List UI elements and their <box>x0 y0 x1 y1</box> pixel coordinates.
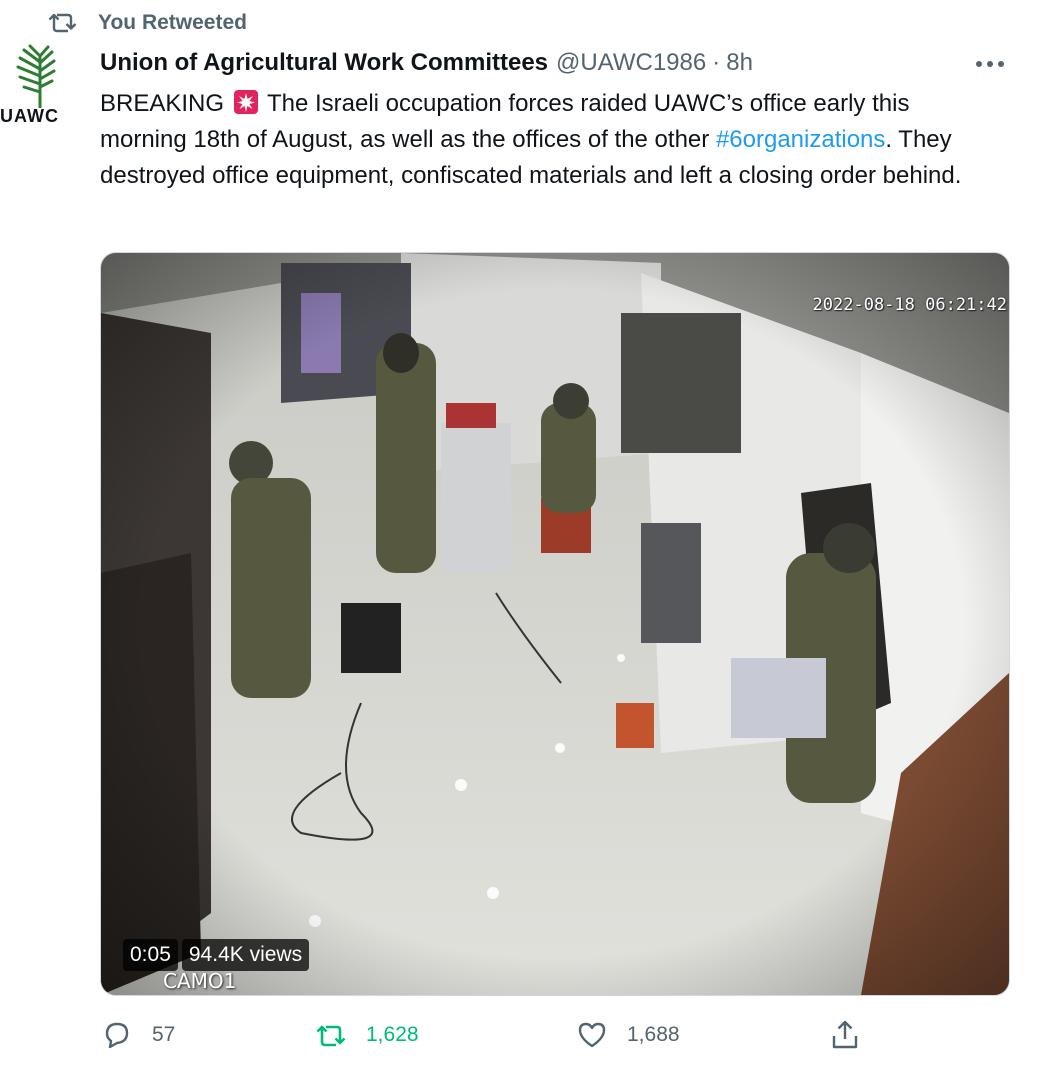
camera-id-label: CAMO1 <box>163 969 237 993</box>
retweet-icon <box>48 13 77 33</box>
tweet-actions: 57 1,628 1,688 <box>100 1012 880 1058</box>
more-icon <box>976 61 1004 67</box>
author-name[interactable]: Union of Agricultural Work Committees <box>100 49 548 77</box>
retweet-header: You Retweeted <box>48 8 247 38</box>
avatar[interactable]: UAWC <box>0 44 80 128</box>
tweet-header: Union of Agricultural Work Committees @U… <box>100 46 753 80</box>
retweet-button[interactable]: 1,628 <box>314 1012 419 1058</box>
retweet-active-icon <box>316 1025 346 1047</box>
more-options-button[interactable] <box>970 52 1010 76</box>
retweet-header-text: You Retweeted <box>98 11 247 34</box>
reply-button[interactable]: 57 <box>100 1012 175 1058</box>
avatar-logo-text: UAWC <box>0 106 59 126</box>
retweet-count: 1,628 <box>366 1023 419 1046</box>
share-button[interactable] <box>828 1012 862 1058</box>
video-player[interactable]: 2022-08-18 06:21:42 CAMO1 0:05 94.4K vie… <box>100 252 1010 996</box>
tweet-text-breaking: BREAKING <box>100 90 225 117</box>
palm-leaf-icon <box>16 44 56 108</box>
separator-dot: · <box>712 49 721 76</box>
video-time-badge: 0:05 <box>123 939 178 971</box>
rotating-light-icon <box>233 90 258 114</box>
video-views-badge: 94.4K views <box>181 939 310 971</box>
hashtag-link[interactable]: #6organizations <box>716 126 885 153</box>
video-frame <box>101 253 1009 995</box>
reply-count: 57 <box>152 1023 176 1046</box>
like-button[interactable]: 1,688 <box>575 1012 680 1058</box>
reply-icon <box>105 1022 129 1049</box>
author-handle[interactable]: @UAWC1986 <box>556 49 706 77</box>
video-badges: 0:05 94.4K views <box>123 939 310 971</box>
tweet-text: BREAKING The Israeli occupation forces r… <box>100 86 1000 194</box>
camera-timestamp: 2022-08-18 06:21:42 <box>812 295 1007 315</box>
like-count: 1,688 <box>627 1023 680 1046</box>
share-icon <box>832 1020 858 1049</box>
heart-icon <box>578 1022 606 1048</box>
tweet-time[interactable]: 8h <box>726 49 753 77</box>
